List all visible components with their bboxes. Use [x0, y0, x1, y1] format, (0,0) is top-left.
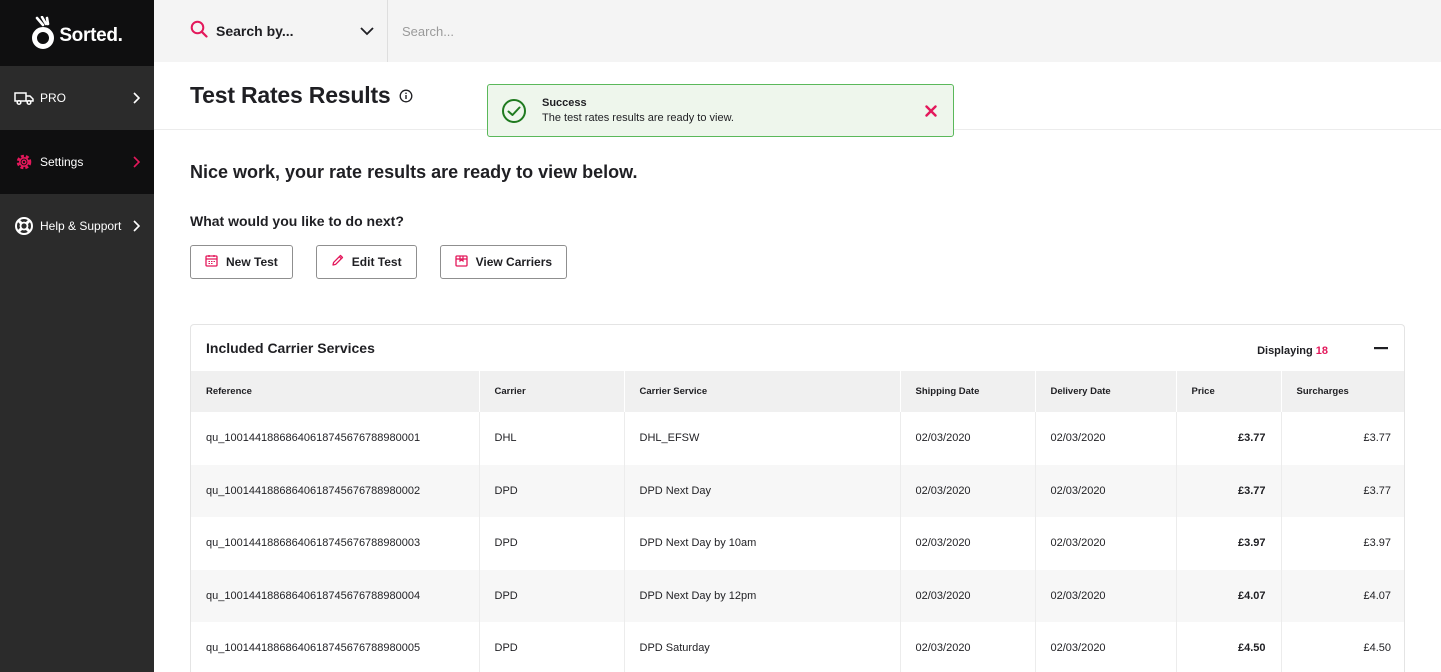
column-header-carrier[interactable]: Carrier: [479, 371, 625, 412]
cell-reference: qu_10014418868640618745676788980002: [191, 464, 480, 517]
cell-shipping-date: 02/03/2020: [900, 464, 1036, 517]
lifebuoy-icon: [14, 216, 34, 236]
success-toast: Success The test rates results are ready…: [487, 84, 954, 137]
cell-reference: qu_10014418868640618745676788980001: [191, 412, 480, 465]
new-test-button[interactable]: New Test: [190, 245, 293, 279]
toast-content: Success The test rates results are ready…: [542, 96, 909, 126]
cell-price: £4.07: [1176, 569, 1282, 622]
cell-surcharges: £3.97: [1363, 537, 1391, 550]
cell-reference: qu_10014418868640618745676788980005: [191, 622, 480, 672]
cell-carrier-service: DPD Next Day by 12pm: [624, 569, 901, 622]
package-icon: [454, 254, 468, 270]
cell-delivery-date: 02/03/2020: [1035, 412, 1177, 465]
truck-icon: [14, 88, 34, 108]
table-row[interactable]: qu_10014418868640618745676788980004 DPD …: [191, 569, 1404, 622]
view-carriers-button[interactable]: View Carriers: [439, 245, 568, 279]
close-icon[interactable]: [909, 104, 953, 117]
brand-logo[interactable]: Sorted.: [0, 0, 154, 66]
column-header-carrier-service[interactable]: Carrier Service: [624, 371, 901, 412]
toast-message: The test rates results are ready to view…: [542, 111, 734, 124]
view-carriers-label: View Carriers: [475, 255, 553, 269]
table-header-row: Reference Carrier Carrier Service Shippi…: [191, 371, 1404, 412]
cell-delivery-date: 02/03/2020: [1035, 464, 1177, 517]
cell-surcharges: £3.77: [1363, 432, 1391, 445]
check-circle-icon: [501, 98, 527, 124]
rates-table: Reference Carrier Carrier Service Shippi…: [191, 371, 1404, 672]
sidebar-item-label: Help & Support: [40, 219, 122, 233]
cell-surcharges: £3.77: [1281, 464, 1404, 517]
cell-carrier: DPD: [479, 622, 625, 672]
displaying-number: 18: [1315, 345, 1328, 357]
cell-shipping-date: 02/03/2020: [900, 569, 1036, 622]
cell-reference: qu_10014418868640618745676788980003: [191, 517, 480, 570]
page-title: Test Rates Results: [190, 82, 391, 108]
cell-shipping-date: 02/03/2020: [900, 517, 1036, 570]
carrier-services-panel: Included Carrier Services Displaying 18 …: [190, 324, 1405, 672]
table-row[interactable]: qu_10014418868640618745676788980005 DPD …: [191, 622, 1404, 672]
cell-carrier-service: DPD Saturday: [624, 622, 901, 672]
sidebar-item-label: Settings: [40, 155, 84, 169]
chevron-right-icon: [130, 92, 140, 104]
cell-carrier: DPD: [479, 464, 625, 517]
results-headline: Nice work, your rate results are ready t…: [190, 162, 638, 182]
search-input[interactable]: [388, 0, 1441, 62]
edit-test-button[interactable]: Edit Test: [315, 245, 417, 279]
panel-header: Included Carrier Services Displaying 18: [191, 325, 1404, 371]
cell-carrier: DPD: [479, 569, 625, 622]
cell-carrier-service: DHL_EFSW: [624, 412, 901, 465]
cell-price: £4.50: [1176, 622, 1282, 672]
edit-test-label: Edit Test: [351, 255, 402, 269]
column-header-price[interactable]: Price: [1176, 371, 1282, 412]
sidebar-item-help-support[interactable]: Help & Support: [0, 194, 154, 258]
table-row[interactable]: qu_10014418868640618745676788980001 DHL …: [191, 412, 1404, 465]
gear-icon: [14, 152, 34, 172]
cell-surcharges: £4.07: [1281, 569, 1404, 622]
table-row[interactable]: qu_10014418868640618745676788980002 DPD …: [191, 464, 1404, 517]
cell-price: £3.77: [1176, 464, 1282, 517]
sidebar: Sorted. PRO Settings Help & Support: [0, 0, 154, 672]
collapse-icon[interactable]: [1358, 325, 1404, 371]
chevron-right-icon: [130, 220, 140, 232]
displaying-count: Displaying 18: [1257, 345, 1328, 357]
column-header-reference[interactable]: Reference: [191, 371, 480, 412]
cell-carrier: DPD: [479, 517, 625, 570]
cell-delivery-date: 02/03/2020: [1035, 622, 1177, 672]
table-row[interactable]: qu_10014418868640618745676788980003 DPD …: [191, 517, 1404, 570]
sidebar-item-pro[interactable]: PRO: [0, 66, 154, 130]
toast-title: Success: [542, 96, 587, 109]
cell-price: £3.97: [1176, 517, 1282, 570]
sidebar-item-label: PRO: [40, 91, 67, 105]
search-by-label: Search by...: [216, 23, 294, 39]
cell-carrier-service: DPD Next Day: [624, 464, 901, 517]
brand-name: Sorted.: [59, 25, 123, 46]
cell-carrier: DHL: [479, 412, 625, 465]
cell-reference: qu_10014418868640618745676788980004: [191, 569, 480, 622]
sorted-logo-icon: [32, 16, 55, 49]
column-header-surcharges[interactable]: Surcharges: [1281, 371, 1404, 412]
search-icon: [190, 20, 208, 43]
new-test-label: New Test: [226, 255, 278, 269]
search-by-dropdown[interactable]: Search by...: [154, 0, 388, 62]
pencil-icon: [331, 254, 344, 270]
displaying-label: Displaying: [1257, 345, 1313, 357]
calendar-icon: [205, 254, 218, 270]
column-header-delivery-date[interactable]: Delivery Date: [1035, 371, 1177, 412]
panel-title: Included Carrier Services: [206, 340, 375, 356]
cell-price: £3.77: [1176, 412, 1282, 465]
action-buttons: New Test Edit Test View Carriers: [190, 245, 568, 279]
chevron-down-icon: [347, 26, 387, 36]
cell-delivery-date: 02/03/2020: [1035, 517, 1177, 570]
cell-shipping-date: 02/03/2020: [900, 622, 1036, 672]
column-header-shipping-date[interactable]: Shipping Date: [900, 371, 1036, 412]
cell-delivery-date: 02/03/2020: [1035, 569, 1177, 622]
info-icon[interactable]: [399, 89, 413, 103]
chevron-right-icon: [130, 156, 140, 168]
next-step-question: What would you like to do next?: [190, 213, 404, 229]
cell-shipping-date: 02/03/2020: [900, 412, 1036, 465]
cell-carrier-service: DPD Next Day by 10am: [624, 517, 901, 570]
cell-surcharges: £4.50: [1363, 642, 1391, 655]
sidebar-item-settings[interactable]: Settings: [0, 130, 154, 194]
top-search-bar: Search by...: [154, 0, 1441, 62]
